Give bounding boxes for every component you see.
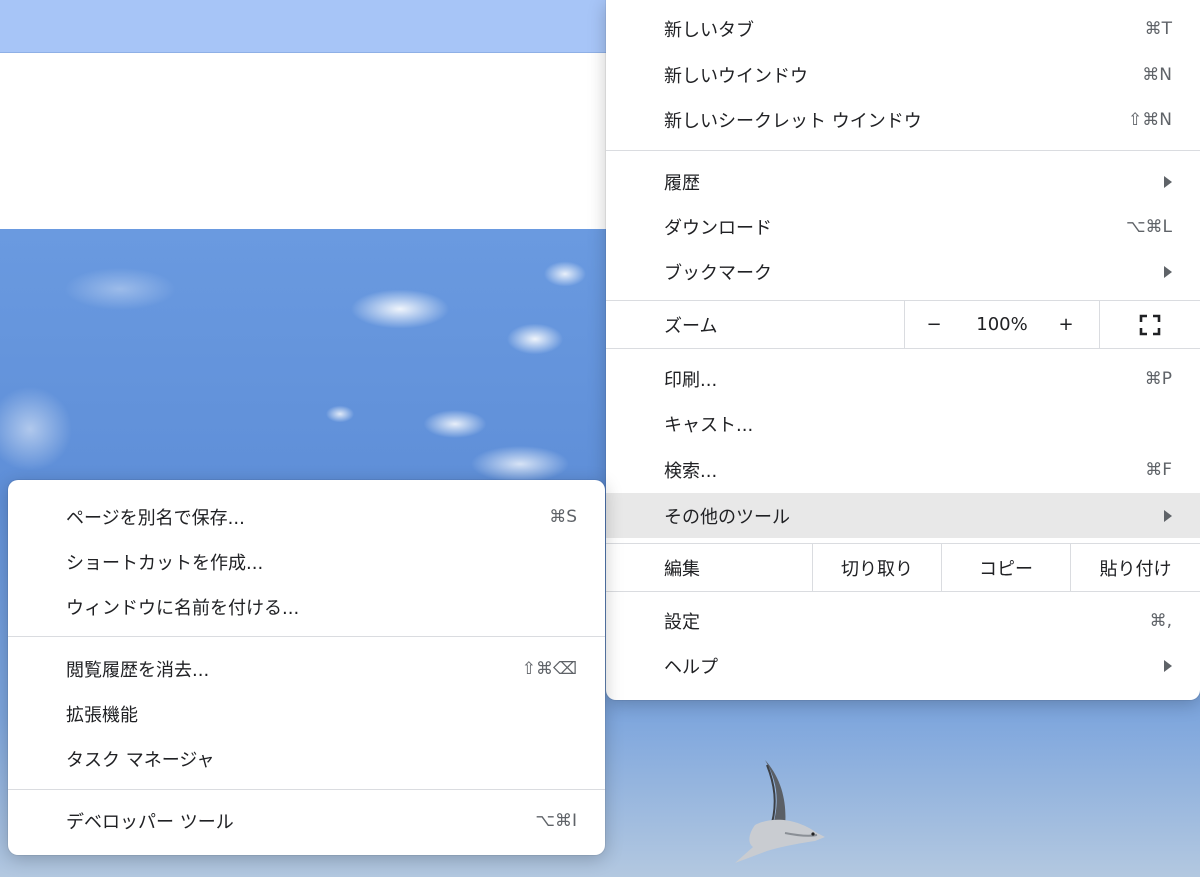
- menu-item-label: 新しいウインドウ: [664, 65, 808, 87]
- menu-item-shortcut: ⌘P: [1144, 368, 1172, 389]
- menu-item-find[interactable]: 検索... ⌘F: [606, 447, 1200, 492]
- paste-button[interactable]: 貼り付け: [1071, 544, 1200, 591]
- menu-item-label: キャスト...: [664, 414, 754, 436]
- submenu-item-name-window[interactable]: ウィンドウに名前を付ける...: [8, 584, 605, 629]
- menu-item-label: デベロッパー ツール: [66, 811, 234, 833]
- zoom-level: 100%: [976, 314, 1028, 335]
- copy-button[interactable]: コピー: [942, 544, 1070, 591]
- menu-item-label: ウィンドウに名前を付ける...: [66, 597, 300, 619]
- cut-button[interactable]: 切り取り: [813, 544, 941, 591]
- menu-item-shortcut: ⇧⌘⌫: [521, 658, 577, 679]
- edit-row: 編集 切り取り コピー 貼り付け: [606, 544, 1200, 591]
- menu-item-label: ヘルプ: [664, 656, 718, 678]
- fullscreen-button[interactable]: [1100, 301, 1200, 348]
- menu-item-label: 新しいタブ: [664, 19, 754, 41]
- zoom-out-button[interactable]: −: [914, 301, 954, 348]
- menu-item-label: 履歴: [664, 172, 700, 194]
- edit-label: 編集: [664, 558, 700, 580]
- more-tools-submenu: ページを別名で保存... ⌘S ショートカットを作成... ウィンドウに名前を付…: [8, 480, 605, 855]
- menu-item-label: 新しいシークレット ウインドウ: [664, 110, 922, 132]
- menu-item-shortcut: ⌘F: [1145, 459, 1172, 480]
- submenu-item-create-shortcut[interactable]: ショートカットを作成...: [8, 539, 605, 584]
- menu-item-new-window[interactable]: 新しいウインドウ ⌘N: [606, 52, 1200, 97]
- submenu-item-developer-tools[interactable]: デベロッパー ツール ⌥⌘I: [8, 798, 605, 843]
- menu-item-label: ブックマーク: [664, 262, 772, 284]
- fullscreen-icon: [1139, 314, 1161, 335]
- menu-item-help[interactable]: ヘルプ: [606, 643, 1200, 688]
- divider: [904, 301, 905, 348]
- menu-separator: [606, 150, 1200, 151]
- menu-item-label: 検索...: [664, 460, 718, 482]
- menu-item-label: 印刷...: [664, 369, 718, 391]
- submenu-arrow-icon: [1164, 659, 1172, 672]
- menu-separator: [606, 348, 1200, 349]
- menu-item-shortcut: ⌘N: [1142, 64, 1172, 85]
- menu-item-shortcut: ⌥⌘I: [535, 810, 577, 831]
- menu-separator: [8, 636, 605, 637]
- menu-item-label: タスク マネージャ: [66, 749, 215, 771]
- chrome-main-menu: 新しいタブ ⌘T 新しいウインドウ ⌘N 新しいシークレット ウインドウ ⇧⌘N…: [606, 0, 1200, 700]
- menu-item-label: その他のツール: [664, 506, 790, 528]
- submenu-item-clear-browsing-data[interactable]: 閲覧履歴を消去... ⇧⌘⌫: [8, 646, 605, 691]
- menu-separator: [606, 591, 1200, 592]
- menu-item-shortcut: ⌘S: [549, 506, 577, 527]
- menu-item-label: ショートカットを作成...: [66, 552, 264, 574]
- menu-item-label: ページを別名で保存...: [66, 507, 245, 529]
- submenu-arrow-icon: [1164, 175, 1172, 188]
- menu-item-bookmarks[interactable]: ブックマーク: [606, 249, 1200, 294]
- menu-item-shortcut: ⇧⌘N: [1128, 109, 1172, 130]
- menu-item-new-incognito-window[interactable]: 新しいシークレット ウインドウ ⇧⌘N: [606, 97, 1200, 142]
- menu-item-label: 閲覧履歴を消去...: [66, 659, 210, 681]
- submenu-arrow-icon: [1164, 509, 1172, 522]
- zoom-row: ズーム − 100% +: [606, 301, 1200, 348]
- menu-item-more-tools[interactable]: その他のツール: [606, 493, 1200, 538]
- menu-item-print[interactable]: 印刷... ⌘P: [606, 356, 1200, 401]
- menu-item-label: 拡張機能: [66, 704, 138, 726]
- menu-item-settings[interactable]: 設定 ⌘,: [606, 598, 1200, 643]
- menu-item-shortcut: ⌘T: [1144, 18, 1172, 39]
- zoom-in-button[interactable]: +: [1046, 301, 1086, 348]
- seagull-image: [735, 760, 825, 863]
- menu-item-downloads[interactable]: ダウンロード ⌥⌘L: [606, 204, 1200, 249]
- menu-item-history[interactable]: 履歴: [606, 159, 1200, 204]
- menu-separator: [8, 789, 605, 790]
- menu-item-cast[interactable]: キャスト...: [606, 401, 1200, 446]
- menu-item-new-tab[interactable]: 新しいタブ ⌘T: [606, 6, 1200, 51]
- submenu-item-save-page-as[interactable]: ページを別名で保存... ⌘S: [8, 494, 605, 539]
- menu-item-shortcut: ⌘,: [1149, 610, 1172, 631]
- screen: 新しいタブ ⌘T 新しいウインドウ ⌘N 新しいシークレット ウインドウ ⇧⌘N…: [0, 0, 1200, 877]
- zoom-label: ズーム: [664, 315, 718, 337]
- menu-item-label: ダウンロード: [664, 217, 772, 239]
- menu-item-shortcut: ⌥⌘L: [1125, 216, 1172, 237]
- submenu-item-extensions[interactable]: 拡張機能: [8, 691, 605, 736]
- submenu-arrow-icon: [1164, 265, 1172, 278]
- menu-item-label: 設定: [664, 611, 700, 633]
- submenu-item-task-manager[interactable]: タスク マネージャ: [8, 736, 605, 781]
